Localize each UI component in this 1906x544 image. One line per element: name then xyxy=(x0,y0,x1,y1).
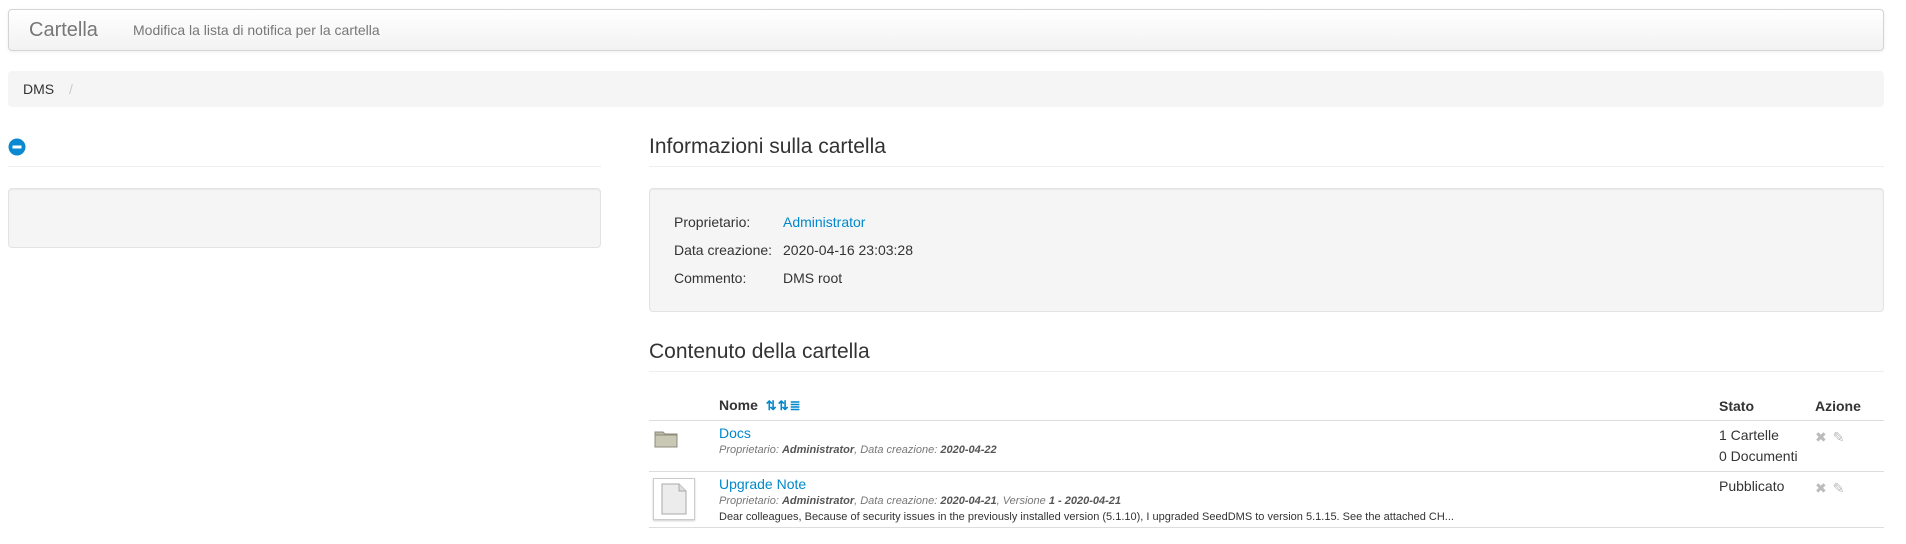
folder-icon[interactable] xyxy=(654,430,678,448)
action-column-header: Azione xyxy=(1815,389,1884,421)
document-count: 0 Documenti xyxy=(1719,448,1798,464)
owner-meta-value: Administrator xyxy=(781,495,855,507)
table-row: Docs Proprietario: Administrator, Data c… xyxy=(649,420,1884,472)
minus-circle-icon[interactable] xyxy=(8,138,26,156)
sidebar-divider xyxy=(8,166,601,167)
owner-meta-label: Proprietario: xyxy=(719,495,779,507)
sort-alpha-asc-icon[interactable]: ⇅ xyxy=(766,398,778,413)
row-thumb-cell xyxy=(649,420,719,472)
date-meta-value: 2020-04-21 xyxy=(940,495,997,507)
table-row: Upgrade Note Proprietario: Administrator… xyxy=(649,471,1884,528)
document-description: Dear colleagues, Because of security iss… xyxy=(719,511,1454,523)
subfolder-count: 1 Cartelle xyxy=(1719,427,1779,443)
owner-link[interactable]: Administrator xyxy=(783,214,865,230)
date-meta-label: Data creazione: xyxy=(860,444,938,456)
row-action-cell: ✖ ✎ xyxy=(1815,471,1884,528)
row-action-cell: ✖ ✎ xyxy=(1815,420,1884,472)
comment-value: DMS root xyxy=(783,270,843,286)
row-status-cell: Pubblicato xyxy=(1719,471,1815,528)
breadcrumb-item-dms[interactable]: DMS xyxy=(23,81,54,97)
version-meta-value: 1 - 2020-04-21 xyxy=(1048,495,1121,507)
folder-content-heading: Contenuto della cartella xyxy=(649,340,870,363)
date-meta-value: 2020-04-22 xyxy=(940,444,997,456)
document-status: Pubblicato xyxy=(1719,478,1785,494)
folder-info-well: Proprietario: Administrator Data creazio… xyxy=(649,188,1884,312)
delete-icon[interactable]: ✖ xyxy=(1815,429,1827,445)
created-value: 2020-04-16 23:03:28 xyxy=(783,242,913,258)
folder-content-divider xyxy=(649,371,1884,372)
edit-icon[interactable]: ✎ xyxy=(1833,429,1845,445)
sort-numeric-asc-icon[interactable]: ⇅ xyxy=(778,398,790,413)
document-thumbnail-icon[interactable] xyxy=(653,478,695,520)
row-thumb-cell xyxy=(649,471,719,528)
owner-label: Proprietario: xyxy=(674,214,751,230)
folder-info-divider xyxy=(649,166,1884,167)
document-meta: Proprietario: Administrator, Data creazi… xyxy=(719,495,1121,507)
document-upgrade-note-link[interactable]: Upgrade Note xyxy=(719,476,1711,492)
row-name-cell: Docs Proprietario: Administrator, Data c… xyxy=(719,420,1719,472)
folder-info-heading: Informazioni sulla cartella xyxy=(649,135,886,158)
name-header-label: Nome xyxy=(719,397,758,413)
sidebar-tree-well xyxy=(8,188,601,248)
edit-icon[interactable]: ✎ xyxy=(1833,480,1845,496)
name-column-header: Nome ⇅⇅≣ xyxy=(719,389,1719,421)
folder-docs-link[interactable]: Docs xyxy=(719,425,1711,441)
delete-icon[interactable]: ✖ xyxy=(1815,480,1827,496)
owner-meta-label: Proprietario: xyxy=(719,444,779,456)
date-meta-label: Data creazione: xyxy=(860,495,938,507)
notify-list-link[interactable]: Modifica la lista di notifica per la car… xyxy=(133,22,380,38)
breadcrumb: DMS / xyxy=(8,71,1884,107)
folder-docs-meta: Proprietario: Administrator, Data creazi… xyxy=(719,444,997,456)
owner-meta-value: Administrator xyxy=(781,444,855,456)
table-header-row: Nome ⇅⇅≣ Stato Azione xyxy=(649,389,1884,421)
status-column-header: Stato xyxy=(1719,389,1815,421)
brand-link[interactable]: Cartella xyxy=(29,19,98,42)
created-label: Data creazione: xyxy=(674,242,773,258)
folder-content-table: Nome ⇅⇅≣ Stato Azione Docs Proprietario:… xyxy=(649,389,1884,528)
sort-amount-asc-icon[interactable]: ≣ xyxy=(790,398,802,413)
breadcrumb-divider: / xyxy=(69,81,73,97)
row-name-cell: Upgrade Note Proprietario: Administrator… xyxy=(719,471,1719,528)
row-status-cell: 1 Cartelle 0 Documenti xyxy=(1719,420,1815,472)
thumb-column-header xyxy=(649,389,719,421)
comment-label: Commento: xyxy=(674,270,747,286)
navbar: Cartella Modifica la lista di notifica p… xyxy=(8,9,1884,51)
version-meta-label: Versione xyxy=(1002,495,1046,507)
